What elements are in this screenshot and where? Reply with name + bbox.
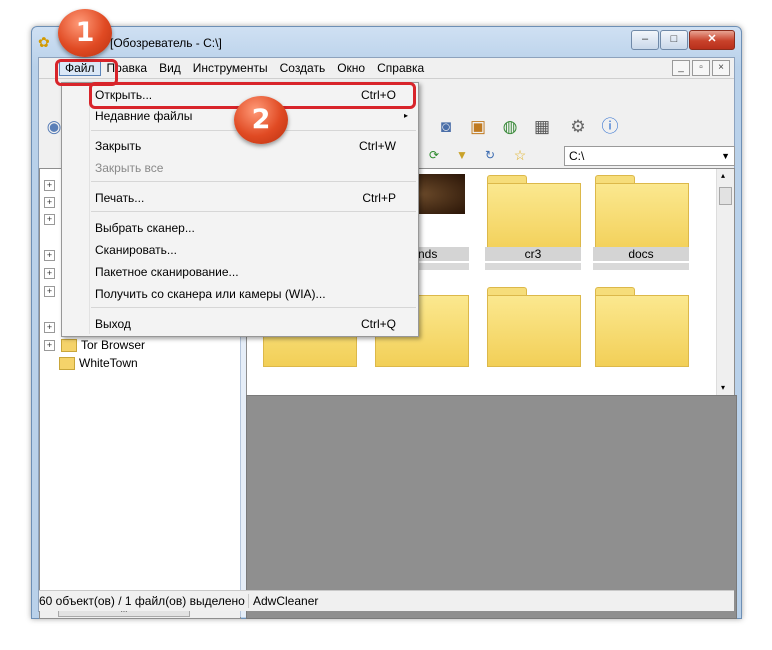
folder-icon: [61, 339, 77, 352]
menu-item-scan[interactable]: Сканировать...: [62, 239, 418, 261]
tree-item-label: WhiteTown: [79, 356, 138, 370]
tree-row[interactable]: +: [44, 265, 61, 282]
file-label[interactable]: cr3: [485, 247, 581, 261]
menu-item-label: Сканировать...: [95, 243, 177, 257]
scroll-up-icon[interactable]: ▴: [721, 171, 725, 180]
file-meta-bar: [593, 263, 689, 270]
step-badge-2: 2: [234, 96, 288, 144]
image-icon[interactable]: ▣: [467, 116, 489, 138]
menu-separator: [91, 181, 416, 182]
menu-item-close-all: Закрыть все: [62, 157, 418, 179]
window-title: [Обозреватель - C:\]: [110, 36, 222, 50]
folder-thumbnail[interactable]: [487, 175, 581, 255]
menu-view[interactable]: Вид: [153, 60, 187, 76]
tree-row[interactable]: +: [44, 177, 61, 194]
tree-item-label: Tor Browser: [81, 338, 146, 352]
tree-row[interactable]: +: [44, 319, 61, 336]
menu-item-exit[interactable]: Выход Ctrl+Q: [62, 313, 418, 335]
tree-row[interactable]: +: [44, 283, 61, 300]
menu-item-label: Выход: [95, 317, 131, 331]
title-bar: ✿ [Обозреватель - C:\] – □ ✕: [32, 27, 741, 57]
favorites-star-icon[interactable]: ☆: [509, 144, 531, 166]
menu-item-shortcut: Ctrl+W: [359, 139, 396, 153]
filter-icon[interactable]: ▼: [451, 144, 473, 166]
menu-create[interactable]: Создать: [274, 60, 332, 76]
menu-item-label: Получить со сканера или камеры (WIA)...: [95, 287, 326, 301]
mdi-minimize-button[interactable]: _: [672, 60, 690, 76]
folder-thumbnail[interactable]: [595, 175, 689, 255]
menu-help[interactable]: Справка: [371, 60, 430, 76]
expand-icon[interactable]: +: [44, 197, 55, 208]
status-selection: 60 объект(ов) / 1 файл(ов) выделено: [39, 594, 245, 608]
menu-item-batch-scan[interactable]: Пакетное сканирование...: [62, 261, 418, 283]
address-input[interactable]: C:\ ▼: [564, 146, 735, 166]
info-icon[interactable]: ⓘ: [599, 116, 621, 138]
folder-thumbnail[interactable]: [487, 287, 581, 367]
globe-icon[interactable]: ◍: [499, 116, 521, 138]
maximize-button[interactable]: □: [660, 30, 688, 50]
camera-icon[interactable]: ◙: [435, 116, 457, 138]
step-badge-1: 1: [58, 9, 112, 57]
refresh-icon[interactable]: ↻: [479, 144, 501, 166]
expand-icon[interactable]: +: [44, 180, 55, 191]
mdi-close-button[interactable]: ×: [712, 60, 730, 76]
tree-row-tor-browser[interactable]: + Tor Browser: [44, 337, 145, 354]
close-button[interactable]: ✕: [689, 30, 735, 50]
menu-item-close[interactable]: Закрыть Ctrl+W: [62, 135, 418, 157]
expand-icon[interactable]: +: [44, 250, 55, 261]
folder-thumbnail[interactable]: [595, 287, 689, 367]
menu-item-label: Закрыть: [95, 139, 142, 153]
menu-separator: [91, 307, 416, 308]
scroll-down-icon[interactable]: ▾: [721, 383, 725, 392]
menu-bar: Файл Правка Вид Инструменты Создать Окно…: [39, 58, 734, 78]
scroll-thumb[interactable]: [719, 187, 732, 205]
menu-item-shortcut: Ctrl+Q: [360, 317, 396, 331]
expand-icon[interactable]: +: [44, 214, 55, 225]
mdi-restore-button[interactable]: ▫: [692, 60, 710, 76]
menu-item-label: Печать...: [95, 191, 145, 205]
file-meta-bar: [485, 263, 581, 270]
preview-pane: [246, 395, 737, 619]
menu-item-select-scanner[interactable]: Выбрать сканер...: [62, 217, 418, 239]
status-bar: 60 объект(ов) / 1 файл(ов) выделено AdwC…: [39, 590, 734, 611]
file-grid-vertical-scrollbar[interactable]: ▴ ▾: [716, 169, 734, 396]
tree-row[interactable]: +: [44, 194, 61, 211]
folder-icon: [59, 357, 75, 370]
menu-item-print[interactable]: Печать... Ctrl+P: [62, 187, 418, 209]
tree-row[interactable]: +: [44, 211, 61, 228]
menu-tools[interactable]: Инструменты: [187, 60, 274, 76]
gear-icon[interactable]: ⚙: [567, 116, 589, 138]
address-value: C:\: [569, 149, 585, 163]
menu-item-label: Выбрать сканер...: [95, 221, 195, 235]
chevron-down-icon[interactable]: ▼: [721, 147, 730, 165]
menu-item-label: Закрыть все: [95, 161, 164, 175]
expand-icon[interactable]: +: [44, 322, 55, 333]
mdi-controls: _ ▫ ×: [670, 60, 730, 76]
minimize-button[interactable]: –: [631, 30, 659, 50]
menu-item-label: Пакетное сканирование...: [95, 265, 239, 279]
window-controls: – □ ✕: [630, 30, 735, 50]
menu-item-acquire-wia[interactable]: Получить со сканера или камеры (WIA)...: [62, 283, 418, 305]
menu-separator: [91, 211, 416, 212]
menu-window[interactable]: Окно: [331, 60, 371, 76]
expand-icon[interactable]: +: [44, 268, 55, 279]
app-icon: ✿: [38, 34, 50, 50]
expand-icon[interactable]: +: [44, 340, 55, 351]
menu-item-shortcut: Ctrl+P: [362, 191, 396, 205]
tree-row-whitetown[interactable]: WhiteTown: [59, 355, 138, 372]
status-item: AdwCleaner: [248, 594, 318, 608]
file-label[interactable]: docs: [593, 247, 689, 261]
tree-row[interactable]: +: [44, 247, 61, 264]
expand-icon[interactable]: +: [44, 286, 55, 297]
sync-icon[interactable]: ⟳: [423, 144, 445, 166]
calculator-icon[interactable]: ▦: [531, 116, 553, 138]
